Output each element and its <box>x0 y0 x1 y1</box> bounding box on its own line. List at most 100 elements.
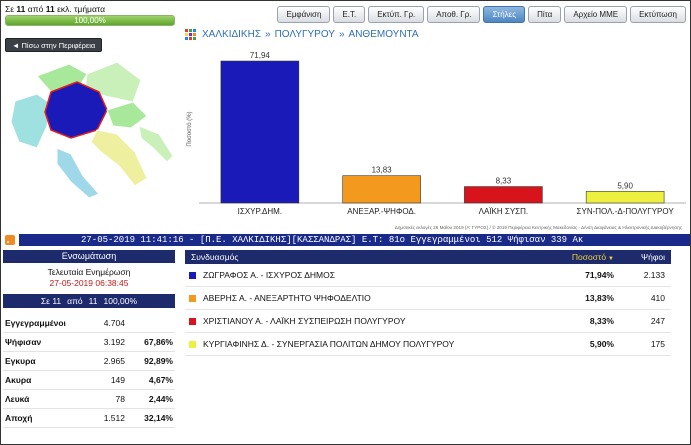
summary-row-value: 2.965 <box>103 356 125 366</box>
breadcrumb-municipality[interactable]: ΠΟΛΥΓΥΡΟΥ <box>275 29 335 40</box>
party-color-swatch <box>189 294 196 302</box>
ticker-text: 27-05-2019 11:41:16 - [Π.Ε. ΧΑΛΚΙΔΙΚΗΣ][… <box>19 234 690 246</box>
summary-rows: Εγγεγραμμένοι 4.704 Ψήφισαν 3.192 67,86% Εγκυ… <box>3 314 175 428</box>
summary-row-value: 149 <box>110 375 125 385</box>
bar-value-label: 8,33 <box>496 177 512 186</box>
table-row[interactable]: ΚΥΡΓΙΑΦΙΝΗΣ Δ. - ΣΥΝΕΡΓΑΣΙΑ ΠΟΛΙΤΩΝ ΔΗΜΟ… <box>185 333 671 356</box>
party-votes: 247 <box>650 316 665 326</box>
summary-row-label: Ψήφισαν <box>5 337 42 347</box>
toolbar-button[interactable]: Αρχείο ΜΜΕ <box>564 6 628 23</box>
map-area-west[interactable] <box>10 93 52 149</box>
x-tick-label: ΑΝΕΞΑΡ.-ΨΗΦΟΔ. <box>347 207 416 216</box>
rss-icon[interactable] <box>5 235 15 245</box>
toolbar-button[interactable]: Στήλες <box>483 6 526 23</box>
band-mid: από <box>67 296 83 306</box>
back-to-region-button[interactable]: ◄ Πίσω στην Περιφέρεια <box>5 38 103 52</box>
party-pct: 5,90% <box>589 339 614 349</box>
band-total: 11 <box>88 296 98 306</box>
region-map[interactable] <box>7 56 177 211</box>
table-row[interactable]: ΑΒΕΡΗΣ Α. - ΑΝΕΞΑΡΤΗΤΟ ΨΗΦΟΔΕΛΤΙΟ 13,83% 4… <box>185 287 671 310</box>
header-votes[interactable]: Ψήφοι <box>616 250 671 264</box>
map-area-peninsula-east[interactable] <box>138 125 174 163</box>
band-pct: 100,00% <box>103 296 138 306</box>
table-row[interactable]: ΖΩΓΡΑΦΟΣ Α. - ΙΣΧΥΡΟΣ ΔΗΜΟΣ 71,94% 2.133 <box>185 264 671 287</box>
summary-row: Αποχή 1.512 32,14% <box>3 409 175 428</box>
summary-row: Εγκυρα 2.965 92,89% <box>3 352 175 371</box>
summary-row: Ψήφισαν 3.192 67,86% <box>3 333 175 352</box>
party-color-swatch <box>189 271 196 279</box>
map-svg <box>10 61 174 199</box>
summary-row-pct: 67,86% <box>144 337 173 347</box>
summary-row-label: Εγγεγραμμένοι <box>5 318 66 328</box>
summary-row-value: 78 <box>115 394 125 404</box>
toolbar-button[interactable]: Εκτύπωση <box>630 6 686 23</box>
bar[interactable] <box>342 175 421 204</box>
bar[interactable] <box>220 60 300 204</box>
summary-row-label: Λευκά <box>5 394 30 404</box>
toolbar: Εμφάνιση Ε.Τ. Εκτύπ. Γρ. Αποθ. Γρ. Στήλες Πίτ… <box>277 6 686 23</box>
results-table-body: ΖΩΓΡΑΦΟΣ Α. - ΙΣΧΥΡΟΣ ΔΗΜΟΣ 71,94% 2.133 ΑΒ… <box>185 264 671 356</box>
party-votes: 410 <box>650 293 665 303</box>
results-table-header: Συνδυασμός Ποσοστό ▼ Ψήφοι <box>185 250 671 264</box>
app-logo-icon <box>185 29 196 40</box>
party-votes: 2.133 <box>643 270 665 280</box>
summary-row-label: Ακυρα <box>5 375 32 385</box>
header-combo[interactable]: Συνδυασμός <box>185 250 561 264</box>
counter-prefix: Σε <box>5 4 15 14</box>
bar[interactable] <box>585 191 665 204</box>
progress-label: 100,00% <box>74 16 106 25</box>
toolbar-button[interactable]: Ε.Τ. <box>333 6 366 23</box>
party-pct: 8,33% <box>589 316 614 326</box>
party-votes: 175 <box>650 339 665 349</box>
toolbar-button[interactable]: Αποθ. Γρ. <box>427 6 481 23</box>
summary-row-label: Αποχή <box>5 413 33 423</box>
summary-row-pct: 2,44% <box>148 394 173 404</box>
breadcrumb-unit: ΑΝΘΕΜΟΥΝΤΑ <box>348 29 419 40</box>
header-pct-label: Ποσοστό <box>571 252 607 262</box>
counter-suffix: εκλ. τμήματα <box>57 4 106 14</box>
bar-value-label: 71,94 <box>250 51 271 60</box>
precinct-counter: Σε 11 από 11 εκλ. τμήματα <box>5 4 105 14</box>
counter-done: 11 <box>16 4 26 14</box>
last-update-title: Τελευταία Ενημέρωση <box>47 267 131 277</box>
party-pct: 13,83% <box>585 293 614 303</box>
party-color-swatch <box>189 317 196 325</box>
summary-row-pct: 92,89% <box>144 356 173 366</box>
map-area-peninsula-west[interactable] <box>56 147 100 199</box>
summary-row: Εγγεγραμμένοι 4.704 <box>3 314 175 333</box>
party-color-swatch <box>189 340 196 348</box>
toolbar-button[interactable]: Πίτα <box>528 6 562 23</box>
chart-footer: Δημοτικές εκλογές 26 Μαΐου 2019 (Α' ΓΥΡΟ… <box>395 224 683 230</box>
party-name: ΖΩΓΡΑΦΟΣ Α. - ΙΣΧΥΡΟΣ ΔΗΜΟΣ <box>203 270 335 280</box>
results-table: Συνδυασμός Ποσοστό ▼ Ψήφοι ΖΩΓΡΑΦΟΣ Α. - … <box>185 250 671 356</box>
summary-row-pct: 32,14% <box>144 413 173 423</box>
sort-desc-icon: ▼ <box>608 256 614 262</box>
party-pct: 71,94% <box>585 270 614 280</box>
summary-row: Λευκά 78 2,44% <box>3 390 175 409</box>
party-name: ΑΒΕΡΗΣ Α. - ΑΝΕΞΑΡΤΗΤΟ ΨΗΦΟΔΕΛΤΙΟ <box>203 293 371 303</box>
summary-row-value: 3.192 <box>103 337 125 347</box>
bar-value-label: 13,83 <box>372 166 393 175</box>
summary-row: Ακυρα 149 4,67% <box>3 371 175 390</box>
y-axis-label: Ποσοστό (%) <box>186 111 193 146</box>
map-area-east[interactable] <box>106 101 148 129</box>
summary-title: Ενσωμάτωση <box>3 250 175 263</box>
toolbar-button[interactable]: Εκτύπ. Γρ. <box>368 6 425 23</box>
summary-precinct-band: Σε 11 από 11 100,00% <box>3 294 175 308</box>
news-ticker: 27-05-2019 11:41:16 - [Π.Ε. ΧΑΛΚΙΔΙΚΗΣ][… <box>1 234 690 246</box>
map-area-peninsula-center[interactable] <box>90 129 148 187</box>
app-frame: Σε 11 από 11 εκλ. τμήματα 100,00% Εμφάνι… <box>0 0 691 445</box>
bar[interactable] <box>464 186 543 204</box>
summary-row-pct: 4,67% <box>148 375 173 385</box>
progress-bar: 100,00% <box>5 15 175 26</box>
breadcrumb-separator: » <box>265 29 271 40</box>
table-row[interactable]: ΧΡΙΣΤΙΑΝΟΥ Α. - ΛΑΪΚΗ ΣΥΣΠΕΙΡΩΣΗ ΠΟΛΥΓΥΡ… <box>185 310 671 333</box>
toolbar-button[interactable]: Εμφάνιση <box>277 6 331 23</box>
summary-row-value: 4.704 <box>103 318 125 328</box>
party-name: ΧΡΙΣΤΙΑΝΟΥ Α. - ΛΑΪΚΗ ΣΥΣΠΕΙΡΩΣΗ ΠΟΛΥΓΥΡ… <box>203 316 406 326</box>
breadcrumb-prefecture[interactable]: ΧΑΛΚΙΔΙΚΗΣ <box>202 29 261 40</box>
summary-row-label: Εγκυρα <box>5 356 36 366</box>
x-tick-label: ΙΣΧΥΡ.ΔΗΜ. <box>238 207 282 216</box>
header-pct[interactable]: Ποσοστό ▼ <box>561 250 616 264</box>
breadcrumb-separator: » <box>338 29 345 40</box>
